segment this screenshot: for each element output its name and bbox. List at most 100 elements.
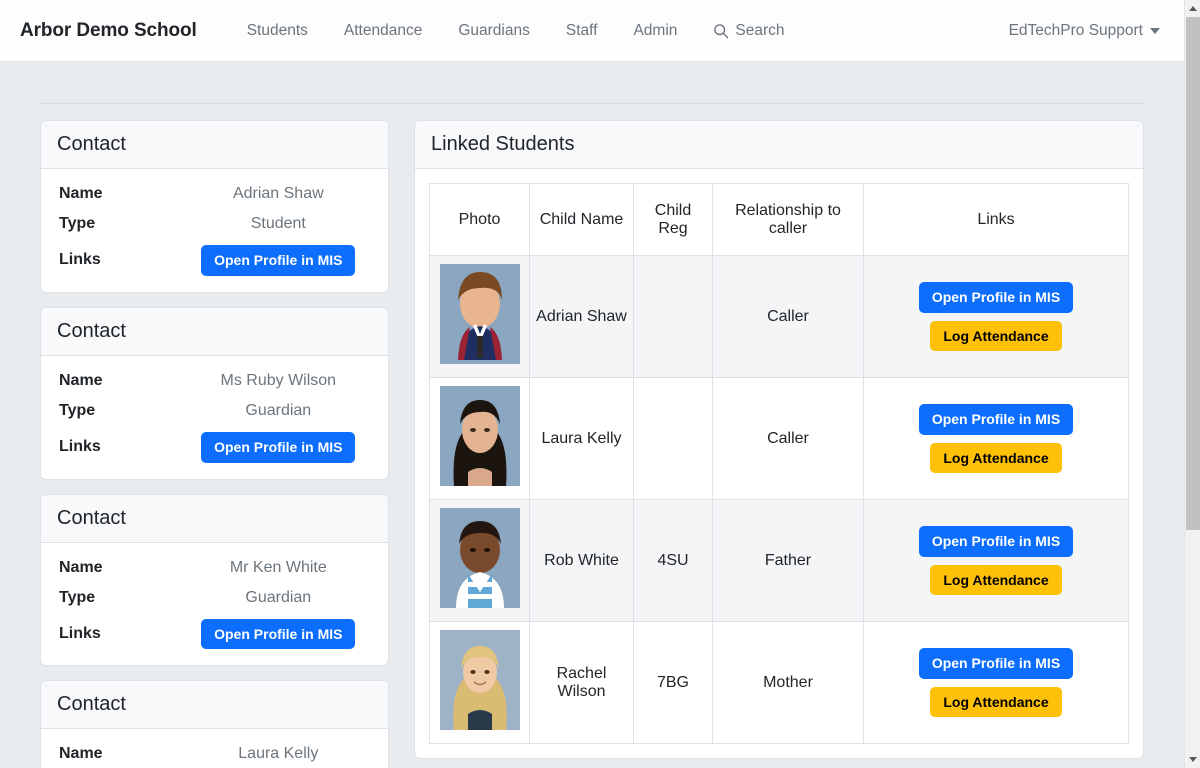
column-header-relationship: Relationship to caller	[712, 183, 864, 256]
contact-card-body: Name Ms Ruby Wilson Type Guardian Links …	[41, 356, 388, 479]
navbar-right: EdTechPro Support	[1009, 22, 1184, 40]
open-profile-in-mis-button[interactable]: Open Profile in MIS	[918, 403, 1074, 435]
contact-name-label: Name	[59, 185, 103, 202]
contact-name-value: Adrian Shaw	[232, 185, 324, 202]
user-menu-dropdown[interactable]: EdTechPro Support	[1009, 22, 1160, 40]
contact-name-row: Name Laura Kelly	[55, 745, 374, 763]
contact-type-row: Type Guardian	[55, 589, 374, 607]
contacts-column: Contact Name Adrian Shaw Type Student Li…	[40, 120, 389, 768]
contact-card-title: Contact	[41, 681, 388, 730]
chevron-down-icon	[1150, 27, 1160, 34]
contact-name-row: Name Adrian Shaw	[55, 185, 374, 203]
cell-child-name: Laura Kelly	[529, 377, 634, 500]
table-body: Adrian Shaw Caller Open Profile in MIS L…	[429, 255, 1129, 744]
scroll-down-arrow-icon[interactable]	[1185, 751, 1200, 768]
open-profile-in-mis-button[interactable]: Open Profile in MIS	[201, 618, 356, 650]
open-profile-in-mis-button[interactable]: Open Profile in MIS	[918, 281, 1074, 313]
table-head: Photo Child Name Child Reg Relationship …	[429, 183, 1129, 256]
cell-links: Open Profile in MIS Log Attendance	[863, 255, 1129, 378]
linked-students-column: Linked Students Photo Child Name Child R…	[389, 120, 1144, 768]
content-divider	[40, 103, 1144, 104]
nav-search-button[interactable]: Search	[695, 14, 802, 48]
nav-link-admin[interactable]: Admin	[615, 14, 695, 48]
contact-type-label: Type	[59, 401, 96, 419]
contact-card: Contact Name Ms Ruby Wilson Type Guardia…	[40, 306, 389, 480]
contact-links-label: Links	[59, 438, 101, 456]
contact-card: Contact Name Laura Kelly Type Links	[40, 680, 389, 768]
student-photo-adrian-shaw	[439, 264, 520, 364]
cell-child-reg: 7BG	[633, 621, 713, 744]
top-navbar: Arbor Demo School Students Attendance Gu…	[0, 0, 1184, 62]
cell-child-name: Rachel Wilson	[529, 621, 634, 744]
contact-type-row: Type Guardian	[55, 402, 374, 420]
linked-students-body: Photo Child Name Child Reg Relationship …	[415, 169, 1143, 758]
scrollbar-thumb[interactable]	[1186, 17, 1200, 530]
contact-name-value: Laura Kelly	[238, 745, 319, 763]
nav-link-guardians[interactable]: Guardians	[440, 14, 548, 48]
linked-students-title: Linked Students	[415, 121, 1143, 169]
cell-relationship: Father	[712, 499, 864, 622]
linked-students-table: Photo Child Name Child Reg Relationship …	[429, 183, 1129, 744]
log-attendance-button[interactable]: Log Attendance	[930, 442, 1062, 474]
cell-photo	[429, 377, 530, 500]
nav-link-students[interactable]: Students	[229, 14, 326, 48]
linked-students-card: Linked Students Photo Child Name Child R…	[414, 120, 1144, 759]
cell-child-reg: 4SU	[633, 499, 713, 622]
open-profile-in-mis-button[interactable]: Open Profile in MIS	[918, 647, 1074, 679]
open-profile-in-mis-button[interactable]: Open Profile in MIS	[201, 431, 356, 463]
contact-name-value: Ms Ruby Wilson	[220, 371, 337, 389]
contact-name-label: Name	[59, 371, 103, 389]
contact-type-value: Guardian	[245, 401, 312, 419]
student-photo-rachel-wilson	[439, 630, 520, 730]
page-viewport: Arbor Demo School Students Attendance Gu…	[0, 0, 1184, 768]
page-scrollbar[interactable]	[1184, 0, 1200, 768]
column-header-child-reg: Child Reg	[633, 183, 713, 256]
table-header-row: Photo Child Name Child Reg Relationship …	[429, 183, 1129, 256]
content-row: Contact Name Adrian Shaw Type Student Li…	[40, 120, 1144, 768]
contact-card-body: Name Laura Kelly Type Links Open Profile…	[41, 729, 388, 768]
contact-type-label: Type	[59, 215, 96, 232]
cell-photo	[429, 499, 530, 622]
cell-child-reg	[633, 255, 713, 378]
cell-relationship: Caller	[712, 255, 864, 378]
cell-links: Open Profile in MIS Log Attendance	[863, 499, 1129, 622]
contact-links-row: Links Open Profile in MIS	[55, 618, 374, 650]
cell-relationship: Mother	[712, 621, 864, 744]
nav-search-label: Search	[735, 21, 785, 39]
open-profile-in-mis-button[interactable]: Open Profile in MIS	[918, 525, 1074, 557]
cell-child-name: Rob White	[529, 499, 634, 622]
column-header-links: Links	[863, 183, 1129, 256]
contact-links-value: Open Profile in MIS	[183, 618, 374, 650]
nav-link-staff[interactable]: Staff	[548, 14, 616, 48]
contact-type-row: Type Student	[55, 215, 374, 233]
log-attendance-button[interactable]: Log Attendance	[930, 564, 1062, 596]
contact-card-body: Name Mr Ken White Type Guardian Links Op…	[41, 543, 388, 666]
contact-name-label: Name	[59, 558, 103, 576]
student-photo-laura-kelly	[439, 386, 520, 486]
contact-name-row: Name Ms Ruby Wilson	[55, 372, 374, 390]
table-row: Adrian Shaw Caller Open Profile in MIS L…	[429, 255, 1129, 378]
contact-links-label: Links	[59, 624, 101, 642]
contact-card-title: Contact	[41, 307, 388, 356]
nav-link-attendance[interactable]: Attendance	[326, 14, 440, 48]
log-attendance-button[interactable]: Log Attendance	[930, 320, 1062, 352]
table-row: Rachel Wilson 7BG Mother Open Profile in…	[429, 621, 1129, 744]
cell-links: Open Profile in MIS Log Attendance	[863, 621, 1129, 744]
contact-links-row: Links Open Profile in MIS	[55, 245, 374, 276]
student-photo-rob-white	[439, 508, 520, 608]
contact-card-title: Contact	[41, 121, 388, 169]
contact-card: Contact Name Adrian Shaw Type Student Li…	[40, 120, 389, 293]
open-profile-in-mis-button[interactable]: Open Profile in MIS	[201, 245, 356, 276]
contact-card-title: Contact	[41, 494, 388, 543]
scroll-up-arrow-icon[interactable]	[1185, 0, 1200, 17]
contact-name-row: Name Mr Ken White	[55, 559, 374, 577]
column-header-child-name: Child Name	[529, 183, 634, 256]
column-header-photo: Photo	[429, 183, 530, 256]
contact-type-value: Student	[250, 215, 306, 232]
cell-relationship: Caller	[712, 377, 864, 500]
log-attendance-button[interactable]: Log Attendance	[930, 686, 1062, 718]
cell-child-reg	[633, 377, 713, 500]
contact-card-body: Name Adrian Shaw Type Student Links Open…	[41, 169, 388, 292]
site-brand[interactable]: Arbor Demo School	[20, 20, 197, 42]
contact-type-value: Guardian	[245, 588, 312, 606]
